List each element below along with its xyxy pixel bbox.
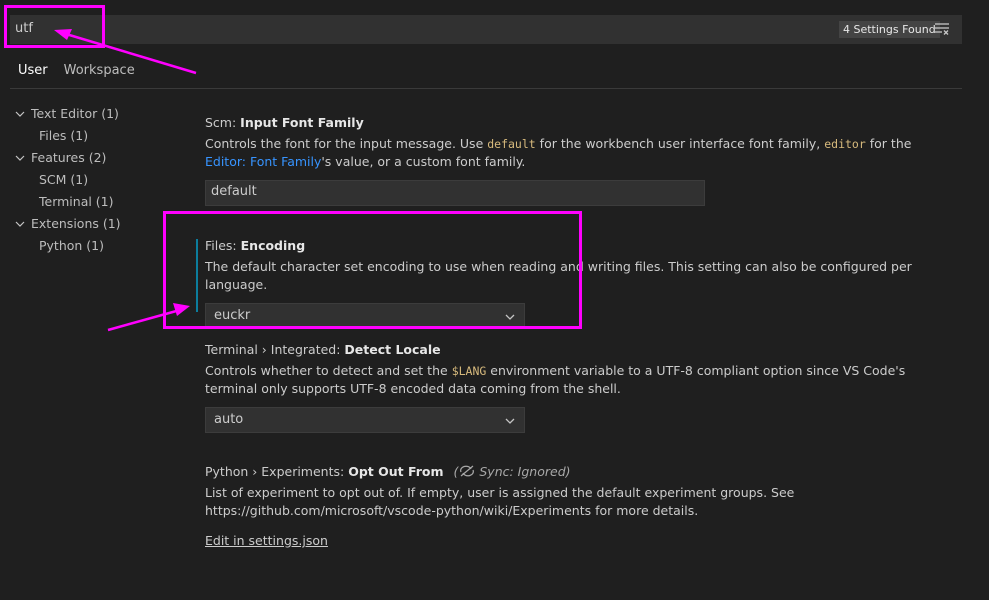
toc-label: Python (1)	[39, 238, 105, 253]
toc-label: Extensions (1)	[31, 216, 121, 231]
code-default: default	[487, 137, 536, 151]
setting-category: Terminal › Integrated:	[205, 342, 345, 357]
setting-name: Input Font Family	[240, 115, 364, 130]
chevron-down-icon	[505, 418, 515, 424]
settings-search-bar[interactable]: utf 4 Settings Found	[10, 15, 962, 44]
desc-text: for the	[865, 136, 912, 151]
toc-label: Files (1)	[39, 128, 89, 143]
setting-terminal-detect-locale: Terminal › Integrated: Detect Locale Con…	[205, 342, 962, 433]
settings-scope-tabs: User Workspace	[10, 59, 143, 89]
setting-category: Python › Experiments:	[205, 464, 349, 479]
desc-text: Controls whether to detect and set the	[205, 363, 452, 378]
toc-item-features[interactable]: Features (2)	[14, 147, 121, 169]
code-lang: $LANG	[451, 364, 487, 378]
setting-title: Scm: Input Font Family	[205, 115, 962, 131]
clear-filter-icon[interactable]	[934, 22, 950, 36]
settings-toc-tree: Text Editor (1) Files (1) Features (2) S…	[14, 103, 121, 257]
toc-label: Features (2)	[31, 150, 107, 165]
annotation-box-encoding	[163, 211, 582, 329]
editor-font-family-link[interactable]: Editor: Font Family	[205, 154, 321, 169]
chevron-down-icon	[15, 155, 25, 161]
scm-font-family-input[interactable]: default	[205, 180, 705, 206]
desc-text: 's value, or a custom font family.	[321, 154, 526, 169]
setting-scm-input-font-family: Scm: Input Font Family Controls the font…	[205, 115, 962, 206]
setting-name: Opt Out From	[348, 464, 444, 479]
setting-category: Scm:	[205, 115, 241, 130]
sync-ignored-icon	[460, 465, 475, 477]
sync-label-text: Sync: Ignored	[479, 464, 566, 479]
edit-in-settings-json-link[interactable]: Edit in settings.json	[205, 533, 328, 548]
annotation-box-search	[4, 5, 105, 48]
chevron-down-icon	[15, 111, 25, 117]
select-value: auto	[214, 412, 244, 427]
detect-locale-select[interactable]: auto	[205, 407, 525, 433]
toc-label: Terminal (1)	[39, 194, 114, 209]
code-editor: editor	[824, 137, 866, 151]
setting-name: Detect Locale	[344, 342, 441, 357]
toc-item-files[interactable]: Files (1)	[14, 125, 121, 147]
toc-label: SCM (1)	[39, 172, 89, 187]
setting-python-experiments-opt-out: Python › Experiments: Opt Out From (Sync…	[205, 464, 962, 549]
chevron-down-icon	[15, 221, 25, 227]
setting-description: List of experiment to opt out of. If emp…	[205, 485, 795, 518]
setting-title: Terminal › Integrated: Detect Locale	[205, 342, 962, 358]
tab-divider	[10, 88, 962, 89]
setting-description: Controls the font for the input message.…	[205, 135, 945, 171]
results-count-badge: 4 Settings Found	[839, 21, 940, 38]
toc-item-text-editor[interactable]: Text Editor (1)	[14, 103, 121, 125]
toc-item-scm[interactable]: SCM (1)	[14, 169, 121, 191]
tab-workspace[interactable]: Workspace	[56, 59, 143, 89]
toc-item-extensions[interactable]: Extensions (1)	[14, 213, 121, 235]
sync-ignored-label: (Sync: Ignored)	[453, 464, 571, 479]
desc-text: for the workbench user interface font fa…	[535, 136, 825, 151]
toc-label: Text Editor (1)	[31, 106, 119, 121]
toc-item-python[interactable]: Python (1)	[14, 235, 121, 257]
desc-text: Controls the font for the input message.…	[205, 136, 488, 151]
tab-user[interactable]: User	[10, 59, 56, 89]
toc-item-terminal[interactable]: Terminal (1)	[14, 191, 121, 213]
setting-description: Controls whether to detect and set the $…	[205, 362, 945, 398]
setting-title: Python › Experiments: Opt Out From (Sync…	[205, 464, 962, 480]
